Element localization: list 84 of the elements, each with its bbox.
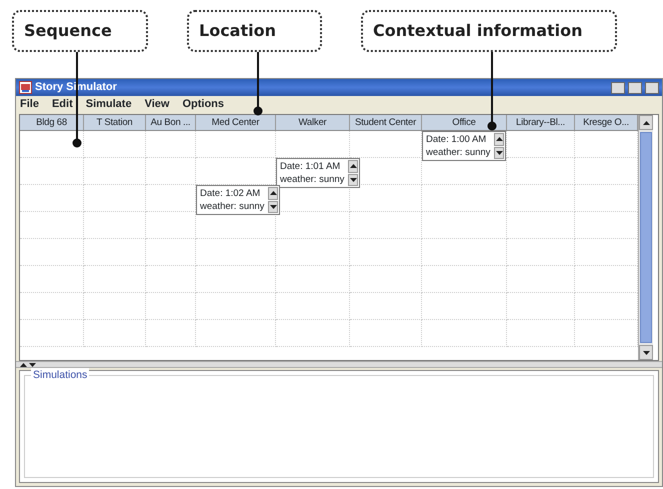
table-cell (146, 293, 196, 320)
table-cell (84, 239, 146, 266)
menu-item[interactable]: Options (182, 96, 224, 113)
note-field[interactable]: Date: 1:02 AM weather: sunny (196, 185, 280, 215)
column-header[interactable]: Walker (276, 115, 350, 130)
down-arrow-icon (496, 150, 503, 155)
note-field[interactable]: Date: 1:01 AM weather: sunny (276, 158, 360, 188)
table-cell (350, 266, 422, 293)
table-cell (350, 185, 422, 212)
down-arrow-icon (270, 204, 277, 209)
scroll-up-button[interactable] (494, 133, 504, 146)
scroll-down-button[interactable] (348, 174, 358, 186)
table-cell (84, 158, 146, 185)
table-cell (20, 212, 84, 239)
scroll-down-button[interactable] (639, 345, 653, 360)
table-cell (20, 158, 84, 185)
column-header[interactable]: Student Center (350, 115, 422, 130)
table-cell (350, 293, 422, 320)
up-arrow-icon (642, 120, 650, 124)
table-cell (507, 131, 575, 158)
column-header[interactable]: T Station (84, 115, 146, 130)
column-header[interactable]: Au Bon ... (146, 115, 196, 130)
scroll-down-button[interactable] (494, 146, 504, 159)
callout-label: Sequence (12, 10, 148, 52)
leader-line (254, 52, 262, 116)
table-cell (350, 320, 422, 347)
table-cell (84, 185, 146, 212)
up-arrow-icon (496, 137, 503, 142)
table-cell (350, 212, 422, 239)
column-header[interactable]: Library--Bl... (507, 115, 575, 130)
scrollbar-thumb[interactable] (640, 132, 652, 343)
scroll-up-button[interactable] (348, 160, 358, 172)
table-cell (507, 239, 575, 266)
table-cell (507, 266, 575, 293)
down-arrow-icon (29, 362, 36, 366)
table-cell (146, 320, 196, 347)
down-arrow-icon (642, 350, 650, 354)
scroll-down-button[interactable] (268, 200, 278, 213)
table-cell (507, 212, 575, 239)
close-button[interactable] (645, 82, 659, 94)
note-line: Date: 1:02 AM (200, 187, 262, 200)
table-cell (146, 212, 196, 239)
vertical-scrollbar[interactable] (638, 115, 653, 360)
table-cell (146, 239, 196, 266)
column-header[interactable]: Bldg 68 (20, 115, 84, 130)
callout-label: Contextual information (361, 10, 617, 52)
note-line: weather: sunny (200, 200, 264, 213)
menu-item[interactable]: Simulate (86, 96, 132, 113)
app-icon (19, 81, 32, 94)
table-cell (20, 320, 84, 347)
table-cell (507, 158, 575, 185)
table-cell (84, 320, 146, 347)
menu-item[interactable]: Edit (52, 96, 73, 113)
menu-item[interactable]: View (144, 96, 170, 113)
note-line: Date: 1:00 AM (426, 133, 488, 146)
table-cell (507, 185, 575, 212)
table-cell (146, 158, 196, 185)
up-arrow-icon (350, 164, 357, 168)
scroll-up-button[interactable] (639, 115, 653, 130)
table-cell (507, 293, 575, 320)
menu-item[interactable]: File (20, 96, 39, 113)
down-arrow-icon (350, 178, 357, 182)
table-cell (146, 266, 196, 293)
note-line: Date: 1:01 AM (280, 160, 342, 173)
table-cell (350, 239, 422, 266)
note-line: weather: sunny (426, 146, 490, 159)
table-cell (20, 185, 84, 212)
callout-label: Location (187, 10, 322, 52)
up-arrow-icon (270, 191, 277, 196)
up-arrow-icon (20, 362, 27, 366)
minimize-button[interactable] (611, 82, 625, 94)
table-cell (20, 266, 84, 293)
table-cell (84, 212, 146, 239)
table-cell (84, 293, 146, 320)
table-cell (507, 320, 575, 347)
table-cell (146, 131, 196, 158)
note-line: weather: sunny (280, 173, 344, 186)
table-cell (84, 131, 146, 158)
maximize-button[interactable] (628, 82, 642, 94)
table-cell (20, 293, 84, 320)
table-cell (84, 266, 146, 293)
scroll-up-button[interactable] (268, 187, 278, 200)
table-cell (20, 239, 84, 266)
note-field[interactable]: Date: 1:00 AM weather: sunny (422, 131, 506, 161)
